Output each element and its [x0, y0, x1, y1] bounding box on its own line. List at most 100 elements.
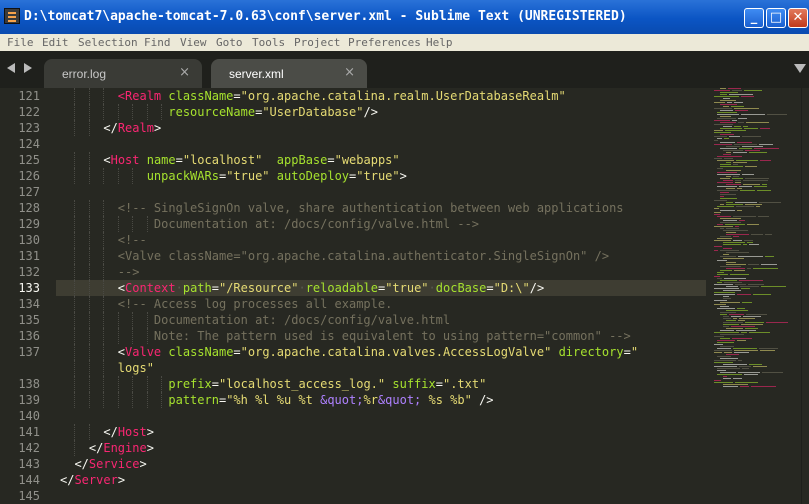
- minimap-line: [725, 224, 745, 225]
- minimap-line: [717, 356, 731, 357]
- code-token: "org.apache.catalina.realm.UserDatabaseR…: [240, 89, 566, 103]
- indent-guide: [88, 376, 90, 392]
- minimap-line: [726, 204, 743, 205]
- menu-goto[interactable]: Goto: [216, 36, 243, 49]
- minimap-line: [733, 152, 747, 153]
- indent-guide: [74, 216, 76, 232]
- code-line[interactable]: Note: The pattern used is equivalent to …: [60, 328, 631, 344]
- close-button[interactable]: ✕: [788, 8, 808, 28]
- sublime-app-icon[interactable]: [4, 8, 20, 24]
- minimap-line: [714, 130, 723, 131]
- code-line[interactable]: <Context·path="/Resource"·reloadable="tr…: [60, 280, 544, 296]
- tab-error-log[interactable]: error.log ×: [44, 59, 202, 88]
- indent-guide: [103, 168, 105, 184]
- code-line[interactable]: </Service>: [60, 456, 146, 472]
- line-number: 137: [18, 345, 40, 359]
- tab-server-xml[interactable]: server.xml ×: [211, 59, 367, 88]
- code-token: "true": [226, 169, 270, 183]
- indent-guide: [74, 392, 76, 408]
- minimap-line: [726, 232, 736, 233]
- menu-selection[interactable]: Selection: [78, 36, 138, 49]
- tab-close-icon[interactable]: ×: [179, 65, 190, 80]
- minimap-line: [734, 108, 759, 109]
- code-line[interactable]: -->: [60, 264, 140, 280]
- indent-guide: [88, 424, 90, 440]
- menu-find[interactable]: Find: [144, 36, 171, 49]
- minimap-line: [724, 282, 742, 283]
- code-line[interactable]: pattern="%h %l %u %t &quot;%r&quot; %s %…: [60, 392, 494, 408]
- menu-edit[interactable]: Edit: [42, 36, 69, 49]
- minimap-line: [723, 220, 737, 221]
- minimap-line: [753, 268, 778, 269]
- minimap-line: [751, 386, 776, 387]
- code-token: Note: The pattern used is equivalent to …: [153, 329, 631, 343]
- menu-view[interactable]: View: [180, 36, 207, 49]
- tab-dropdown-icon[interactable]: [794, 64, 806, 73]
- minimap-line: [738, 256, 763, 257]
- minimap-line: [730, 274, 749, 275]
- code-token: autoDeploy: [276, 169, 350, 183]
- tab-nav-right-icon[interactable]: [24, 63, 32, 73]
- minimap-line: [714, 144, 732, 145]
- code-editor[interactable]: 121 122 123 124 125 126 127 128 129 130 131 132 133 1…: [0, 88, 809, 504]
- code-line[interactable]: unpackWARs="true" autoDeploy="true">: [60, 168, 407, 184]
- minimap-line: [720, 250, 739, 251]
- minimap-line: [720, 372, 736, 373]
- menu-preferences[interactable]: Preferences: [348, 36, 421, 49]
- minimap-line: [717, 118, 736, 119]
- minimap-line: [723, 386, 738, 387]
- menu-project[interactable]: Project: [294, 36, 340, 49]
- menu-tools[interactable]: Tools: [252, 36, 285, 49]
- line-number: 133: [18, 281, 40, 295]
- code-token: ·: [428, 281, 436, 295]
- minimap[interactable]: [706, 88, 801, 504]
- code-line[interactable]: <!-- SingleSignOn valve, share authentic…: [60, 200, 624, 216]
- minimap-line: [720, 194, 736, 195]
- minimap-line: [720, 334, 744, 335]
- code-line[interactable]: Documentation at: /docs/config/valve.htm…: [60, 216, 479, 232]
- line-number-gutter[interactable]: 121 122 123 124 125 126 127 128 129 130 131 132 133 1…: [0, 88, 56, 504]
- title-bar[interactable]: D:\tomcat7\apache-tomcat-7.0.63\conf\ser…: [0, 0, 809, 34]
- code-token: >: [117, 473, 126, 487]
- maximize-button[interactable]: □: [766, 8, 786, 28]
- minimap-line: [720, 116, 731, 117]
- indent-guide: [88, 264, 90, 280]
- code-token: />: [471, 393, 494, 407]
- indent-guide: [74, 440, 76, 456]
- indent-guide: [74, 424, 76, 440]
- code-line[interactable]: resourceName="UserDatabase"/>: [60, 104, 378, 120]
- minimap-line: [744, 374, 758, 375]
- line-number: 124: [18, 137, 40, 151]
- minimap-line: [733, 236, 739, 237]
- code-line[interactable]: <!-- Access log processes all example.: [60, 296, 393, 312]
- code-line[interactable]: <Realm className="org.apache.catalina.re…: [60, 88, 566, 104]
- minimap-line: [740, 190, 755, 191]
- code-line[interactable]: <Valve className="org.apache.catalina.va…: [60, 344, 638, 360]
- minimap-line: [726, 184, 741, 185]
- indent-guide: [88, 344, 90, 360]
- minimap-line: [723, 180, 733, 181]
- minimap-line: [717, 156, 742, 157]
- minimize-button[interactable]: _: [744, 8, 764, 28]
- minimap-line: [745, 204, 762, 205]
- minimap-line: [735, 284, 746, 285]
- code-token: Service: [88, 457, 140, 471]
- code-line[interactable]: <Host name="localhost" appBase="webapps": [60, 152, 399, 168]
- menu-file[interactable]: File: [7, 36, 34, 49]
- minimap-line: [714, 96, 739, 97]
- code-line[interactable]: </Server>: [60, 472, 125, 488]
- indent-guide: [132, 168, 134, 184]
- vertical-scrollbar[interactable]: [801, 88, 809, 504]
- tab-close-icon[interactable]: ×: [344, 65, 355, 80]
- code-line[interactable]: <Valve className="org.apache.catalina.au…: [60, 248, 609, 264]
- minimap-line: [726, 228, 739, 229]
- minimap-line: [717, 224, 723, 225]
- minimap-line: [754, 148, 779, 149]
- menu-help[interactable]: Help: [426, 36, 453, 49]
- minimap-line: [748, 284, 764, 285]
- code-token: directory: [558, 345, 624, 359]
- tab-nav-left-icon[interactable]: [7, 63, 15, 73]
- code-line[interactable]: prefix="localhost_access_log." suffix=".…: [60, 376, 486, 392]
- minimap-line: [735, 382, 758, 383]
- indent-guide: [103, 104, 105, 120]
